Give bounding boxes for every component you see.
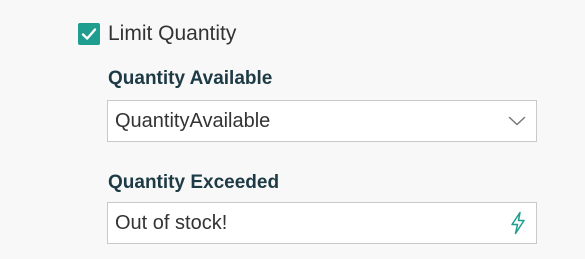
chevron-down-icon[interactable] [508, 115, 526, 127]
limit-quantity-checkbox[interactable] [78, 23, 100, 45]
quantity-available-label: Quantity Available [108, 68, 273, 89]
limit-quantity-row[interactable]: Limit Quantity [78, 22, 236, 46]
quantity-available-dropdown[interactable]: QuantityAvailable [107, 100, 537, 142]
quantity-exceeded-input[interactable]: Out of stock! [107, 202, 537, 244]
limit-quantity-label[interactable]: Limit Quantity [108, 22, 236, 46]
lightning-icon[interactable] [510, 211, 526, 235]
quantity-exceeded-value: Out of stock! [115, 211, 228, 234]
checkmark-icon [81, 28, 97, 40]
quantity-available-value: QuantityAvailable [115, 109, 271, 132]
quantity-exceeded-label: Quantity Exceeded [108, 172, 280, 193]
